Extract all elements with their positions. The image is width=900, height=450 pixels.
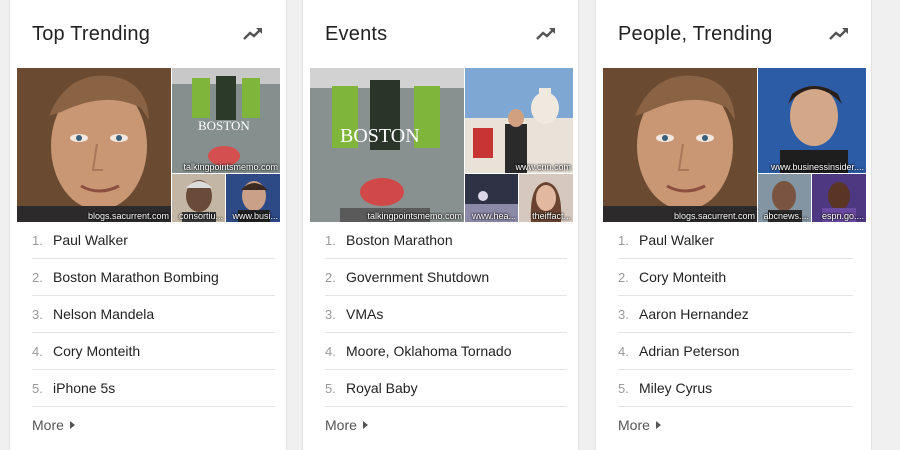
list-item[interactable]: 3. Aaron Hernandez (618, 296, 853, 333)
item-number: 4. (618, 344, 629, 359)
item-label: Government Shutdown (346, 269, 490, 285)
image-tile[interactable]: theiffact... (519, 174, 573, 222)
image-source: www.businessinsider.... (770, 162, 864, 172)
card-events: Events BOSTON talkingpointsmemo.com www.… (302, 0, 579, 450)
list-item[interactable]: 1. Paul Walker (32, 222, 275, 259)
more-label: More (325, 417, 357, 433)
image-source: talkingpointsmemo.com (183, 162, 278, 172)
list-item[interactable]: 4. Moore, Oklahoma Tornado (325, 333, 567, 370)
image-source: theiffact... (532, 211, 571, 221)
image-collage: blogs.sacurrent.com www.businessinsider.… (603, 68, 866, 222)
image-tile[interactable]: www.cnn.com (465, 68, 573, 173)
portrait-image (758, 68, 866, 173)
item-number: 1. (618, 233, 629, 248)
list-item[interactable]: 1. Boston Marathon (325, 222, 567, 259)
image-tile[interactable]: www.hea... (465, 174, 518, 222)
list-item[interactable]: 3. Nelson Mandela (32, 296, 275, 333)
magazine-image: BOSTON (310, 68, 464, 222)
image-source: abcnews.... (763, 211, 809, 221)
item-number: 5. (618, 381, 629, 396)
portrait-image (603, 68, 757, 222)
image-source: blogs.sacurrent.com (673, 211, 755, 221)
card-title: Top Trending (32, 23, 151, 45)
card-title: Events (325, 23, 388, 45)
image-source: www.cnn.com (515, 162, 571, 172)
image-tile[interactable]: blogs.sacurrent.com (17, 68, 171, 222)
image-source: espn.go.... (821, 211, 864, 221)
item-number: 4. (32, 344, 43, 359)
item-number: 5. (32, 381, 43, 396)
list-item[interactable]: 2. Government Shutdown (325, 259, 567, 296)
item-label: iPhone 5s (53, 380, 116, 396)
item-number: 1. (325, 233, 336, 248)
item-label: Moore, Oklahoma Tornado (346, 343, 512, 359)
item-label: VMAs (346, 306, 384, 322)
image-source: www.busi... (232, 211, 278, 221)
image-tile[interactable]: blogs.sacurrent.com (603, 68, 757, 222)
image-tile[interactable]: www.businessinsider.... (758, 68, 866, 173)
item-label: Miley Cyrus (639, 380, 713, 396)
image-collage: BOSTON talkingpointsmemo.com www.cnn.com (310, 68, 573, 222)
item-number: 1. (32, 233, 43, 248)
image-source: consortiu... (178, 211, 223, 221)
list-item[interactable]: 5. Miley Cyrus (618, 370, 853, 407)
item-label: Paul Walker (53, 232, 128, 248)
more-link[interactable]: More (325, 417, 368, 433)
card-title: People, Trending (618, 23, 773, 45)
image-tile[interactable]: BOSTON talkingpointsmemo.com (310, 68, 464, 222)
item-number: 2. (618, 270, 629, 285)
item-number: 2. (32, 270, 43, 285)
list-item[interactable]: 3. VMAs (325, 296, 567, 333)
image-tile[interactable]: consortiu... (172, 174, 225, 222)
image-source: talkingpointsmemo.com (367, 211, 462, 221)
magazine-image: BOSTON (172, 68, 280, 173)
list-item[interactable]: 4. Adrian Peterson (618, 333, 853, 370)
item-label: Cory Monteith (53, 343, 141, 359)
item-label: Boston Marathon Bombing (53, 269, 219, 285)
more-label: More (32, 417, 64, 433)
item-number: 3. (325, 307, 336, 322)
trending-up-icon[interactable] (829, 26, 849, 42)
image-tile[interactable]: www.busi... (226, 174, 280, 222)
card-people-trending: People, Trending blogs.sacurrent.com www… (595, 0, 872, 450)
list-item[interactable]: 5. iPhone 5s (32, 370, 275, 407)
item-number: 3. (618, 307, 629, 322)
trending-up-icon[interactable] (243, 26, 263, 42)
item-number: 5. (325, 381, 336, 396)
trending-up-icon[interactable] (536, 26, 556, 42)
more-link[interactable]: More (618, 417, 661, 433)
item-label: Paul Walker (639, 232, 714, 248)
item-label: Aaron Hernandez (639, 306, 749, 322)
item-label: Adrian Peterson (639, 343, 740, 359)
image-tile[interactable]: abcnews.... (758, 174, 811, 222)
image-tile[interactable]: BOSTON talkingpointsmemo.com (172, 68, 280, 173)
item-label: Cory Monteith (639, 269, 727, 285)
magazine-headline: BOSTON (340, 125, 420, 147)
list-item[interactable]: 5. Royal Baby (325, 370, 567, 407)
image-source: blogs.sacurrent.com (87, 211, 169, 221)
chevron-right-icon (655, 421, 661, 429)
portrait-image (17, 68, 171, 222)
item-label: Nelson Mandela (53, 306, 155, 322)
more-link[interactable]: More (32, 417, 75, 433)
card-top-trending: Top Trending blogs.sacurrent.com BOSTON … (9, 0, 287, 450)
image-tile[interactable]: espn.go.... (812, 174, 866, 222)
list-item[interactable]: 1. Paul Walker (618, 222, 853, 259)
list-item[interactable]: 2. Cory Monteith (618, 259, 853, 296)
list-item[interactable]: 2. Boston Marathon Bombing (32, 259, 275, 296)
item-label: Boston Marathon (346, 232, 453, 248)
magazine-headline: BOSTON (198, 118, 250, 133)
item-label: Royal Baby (346, 380, 418, 396)
list-item[interactable]: 4. Cory Monteith (32, 333, 275, 370)
chevron-right-icon (69, 421, 75, 429)
image-collage: blogs.sacurrent.com BOSTON talkingpoints… (17, 68, 280, 222)
item-number: 3. (32, 307, 43, 322)
image-source: www.hea... (471, 211, 516, 221)
chevron-right-icon (362, 421, 368, 429)
item-number: 4. (325, 344, 336, 359)
item-number: 2. (325, 270, 336, 285)
more-label: More (618, 417, 650, 433)
capitol-image (465, 68, 573, 173)
